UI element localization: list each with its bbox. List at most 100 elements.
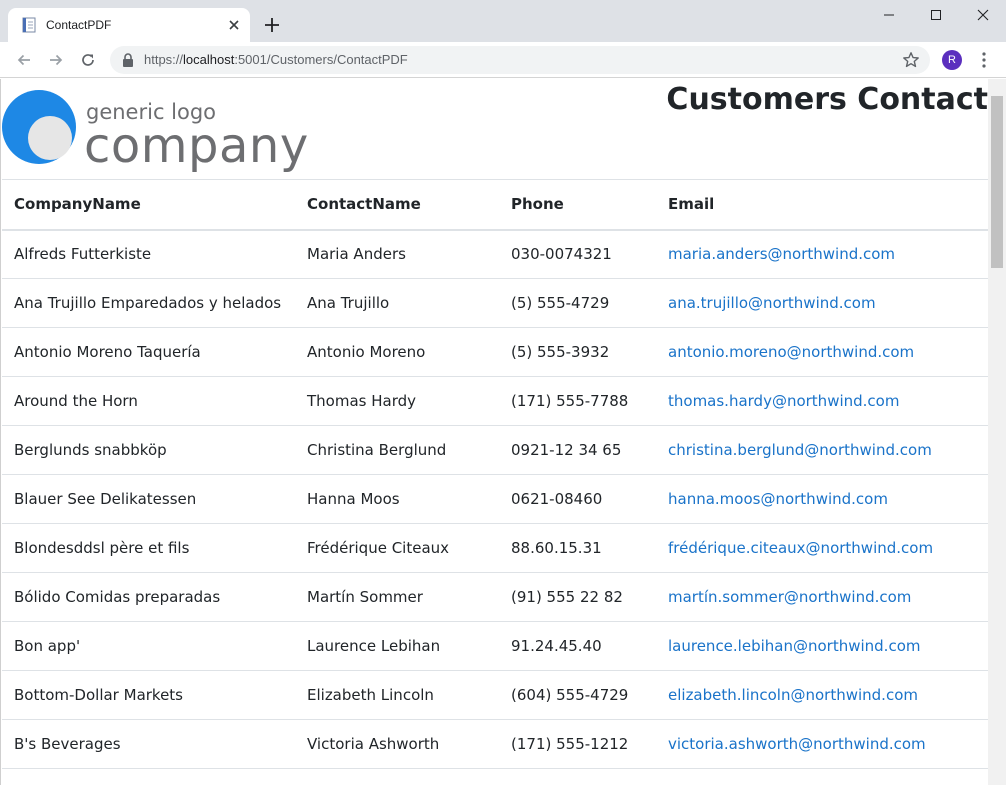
arrow-left-icon [17, 54, 30, 66]
page-content: generic logo company Customers Contact C… [0, 79, 988, 785]
email-cell: hanna.moos@northwind.com [656, 474, 988, 524]
table-row: Blauer See Delikatessen Hanna Moos 0621-… [2, 474, 988, 524]
email-link[interactable]: martín.sommer@northwind.com [668, 588, 911, 606]
email-link[interactable]: hanna.moos@northwind.com [668, 490, 888, 508]
company-name-cell: Bon app' [2, 621, 295, 671]
email-link[interactable]: victoria.ashworth@northwind.com [668, 735, 926, 753]
new-tab-icon[interactable] [262, 15, 282, 35]
phone-cell: (5) 555-3932 [499, 327, 656, 377]
contact-name-cell: Maria Anders [295, 229, 499, 279]
table-row: B's Beverages Victoria Ashworth (171) 55… [2, 719, 988, 769]
table-row [2, 768, 988, 785]
phone-cell: 88.60.15.31 [499, 523, 656, 573]
star-icon[interactable] [902, 51, 920, 69]
browser-toolbar: https://localhost:5001/Customers/Contact… [0, 42, 1006, 78]
contact-name-cell: Martín Sommer [295, 572, 499, 622]
url-scheme: https:// [144, 52, 184, 67]
company-name-cell: Bólido Comidas preparadas [2, 572, 295, 622]
email-link[interactable]: christina.berglund@northwind.com [668, 441, 932, 459]
column-header-contact: ContactName [295, 179, 499, 231]
close-icon[interactable] [226, 17, 242, 33]
company-name-cell: Ana Trujillo Emparedados y helados [2, 278, 295, 328]
browser-tab[interactable]: ContactPDF [8, 8, 250, 42]
email-link[interactable]: elizabeth.lincoln@northwind.com [668, 686, 918, 704]
customers-table: CompanyName ContactName Phone Email Alfr… [2, 179, 988, 785]
forward-button[interactable] [46, 50, 66, 70]
column-header-company: CompanyName [2, 179, 295, 231]
email-link[interactable]: frédérique.citeaux@northwind.com [668, 539, 933, 557]
contact-name-cell: Laurence Lebihan [295, 621, 499, 671]
table-row: Berglunds snabbköp Christina Berglund 09… [2, 425, 988, 475]
window-close-icon [977, 9, 989, 21]
company-name-cell: Around the Horn [2, 376, 295, 426]
vertical-scrollbar[interactable] [988, 79, 1006, 785]
profile-avatar[interactable]: R [942, 50, 962, 70]
contact-name-cell: Thomas Hardy [295, 376, 499, 426]
contact-name-cell: Elizabeth Lincoln [295, 670, 499, 720]
company-name-cell [2, 768, 295, 785]
table-row: Bólido Comidas preparadas Martín Sommer … [2, 572, 988, 622]
contact-name-cell [295, 768, 499, 785]
email-cell: ana.trujillo@northwind.com [656, 278, 988, 328]
table-row: Blondesddsl père et fils Frédérique Cite… [2, 523, 988, 573]
table-header-row: CompanyName ContactName Phone Email [2, 179, 988, 231]
maximize-icon [931, 10, 941, 20]
company-name-cell: Alfreds Futterkiste [2, 229, 295, 279]
table-row: Around the Horn Thomas Hardy (171) 555-7… [2, 376, 988, 426]
phone-cell: 0621-08460 [499, 474, 656, 524]
email-cell: christina.berglund@northwind.com [656, 425, 988, 475]
window-close-button[interactable] [960, 0, 1006, 30]
maximize-button[interactable] [913, 0, 959, 30]
email-link[interactable]: thomas.hardy@northwind.com [668, 392, 899, 410]
logo-name: company [84, 118, 309, 174]
logo-mark-icon [2, 90, 76, 164]
tab-strip: ContactPDF [0, 0, 1006, 42]
email-link[interactable]: ana.trujillo@northwind.com [668, 294, 876, 312]
more-menu-icon[interactable] [976, 51, 992, 69]
tab-title: ContactPDF [46, 18, 112, 32]
company-name-cell: Berglunds snabbköp [2, 425, 295, 475]
column-header-phone: Phone [499, 179, 656, 231]
arrow-right-icon [50, 54, 63, 66]
phone-cell: (171) 555-7788 [499, 376, 656, 426]
table-row: Antonio Moreno Taquería Antonio Moreno (… [2, 327, 988, 377]
scrollbar-thumb[interactable] [991, 96, 1003, 268]
company-name-cell: Antonio Moreno Taquería [2, 327, 295, 377]
page-title: Customers Contact [666, 82, 988, 117]
phone-cell: 030-0074321 [499, 229, 656, 279]
email-cell: elizabeth.lincoln@northwind.com [656, 670, 988, 720]
phone-cell: (91) 555 22 82 [499, 572, 656, 622]
company-name-cell: Blondesddsl père et fils [2, 523, 295, 573]
email-cell: frédérique.citeaux@northwind.com [656, 523, 988, 573]
email-link[interactable]: laurence.lebihan@northwind.com [668, 637, 920, 655]
table-row: Alfreds Futterkiste Maria Anders 030-007… [2, 229, 988, 279]
table-row: Bottom-Dollar Markets Elizabeth Lincoln … [2, 670, 988, 720]
phone-cell: (604) 555-4729 [499, 670, 656, 720]
url-text: https://localhost:5001/Customers/Contact… [144, 52, 408, 68]
phone-cell: (5) 555-4729 [499, 278, 656, 328]
contact-name-cell: Victoria Ashworth [295, 719, 499, 769]
email-cell: antonio.moreno@northwind.com [656, 327, 988, 377]
email-cell: martín.sommer@northwind.com [656, 572, 988, 622]
email-link[interactable]: antonio.moreno@northwind.com [668, 343, 914, 361]
document-icon [22, 17, 36, 33]
contact-name-cell: Ana Trujillo [295, 278, 499, 328]
back-button[interactable] [14, 50, 34, 70]
minimize-button[interactable] [866, 0, 912, 30]
company-name-cell: Blauer See Delikatessen [2, 474, 295, 524]
reload-button[interactable] [78, 50, 98, 70]
page-viewport: generic logo company Customers Contact C… [0, 79, 1006, 785]
email-cell: thomas.hardy@northwind.com [656, 376, 988, 426]
contact-name-cell: Antonio Moreno [295, 327, 499, 377]
address-bar[interactable]: https://localhost:5001/Customers/Contact… [110, 46, 930, 74]
contact-name-cell: Frédérique Citeaux [295, 523, 499, 573]
table-row: Bon app' Laurence Lebihan 91.24.45.40 la… [2, 621, 988, 671]
email-link[interactable]: maria.anders@northwind.com [668, 245, 895, 263]
lock-icon [123, 53, 133, 67]
company-logo: generic logo company [2, 90, 312, 174]
company-name-cell: B's Beverages [2, 719, 295, 769]
table-row: Ana Trujillo Emparedados y helados Ana T… [2, 278, 988, 328]
company-name-cell: Bottom-Dollar Markets [2, 670, 295, 720]
contact-name-cell: Christina Berglund [295, 425, 499, 475]
phone-cell: 91.24.45.40 [499, 621, 656, 671]
